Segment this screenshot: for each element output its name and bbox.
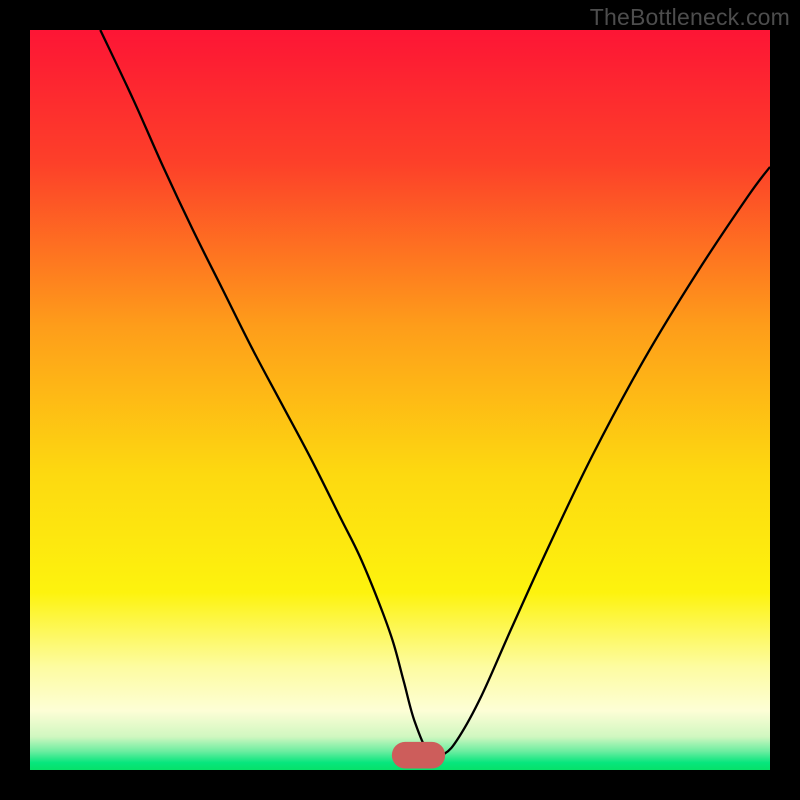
curve-layer xyxy=(30,30,770,770)
optimal-marker xyxy=(392,742,445,769)
plot-area xyxy=(30,30,770,770)
watermark-label: TheBottleneck.com xyxy=(590,4,790,31)
bottleneck-curve xyxy=(100,30,770,757)
chart-frame: TheBottleneck.com xyxy=(0,0,800,800)
